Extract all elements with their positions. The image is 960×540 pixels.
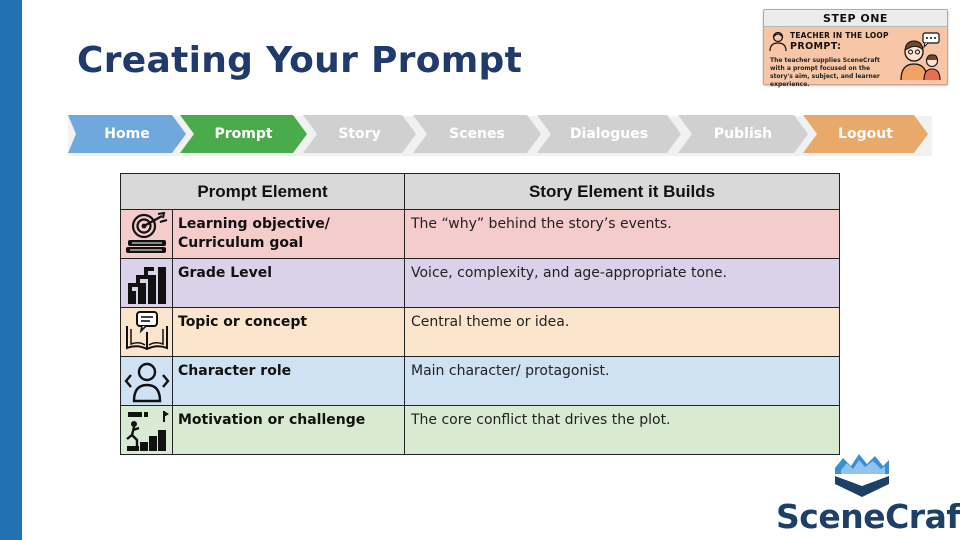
scenecraft-logo-text: SceneCraft bbox=[776, 497, 960, 536]
step-card-description: The teacher supplies SceneCraft with a p… bbox=[770, 57, 880, 88]
nav-publish[interactable]: Publish bbox=[678, 115, 808, 153]
teacher-icon bbox=[769, 31, 787, 51]
progress-nav: Home Prompt Story Scenes Dialogues Publi… bbox=[68, 115, 932, 153]
nav-dialogues[interactable]: Dialogues bbox=[537, 115, 681, 153]
table-cell-element: Learning objective/ Curriculum goal bbox=[172, 209, 405, 259]
table-row: Motivation or challenge The core conflic… bbox=[120, 405, 840, 455]
table-header-row: Prompt Element Story Element it Builds bbox=[120, 173, 840, 210]
nav-prompt[interactable]: Prompt bbox=[180, 115, 307, 153]
table-cell-element: Motivation or challenge bbox=[172, 405, 405, 455]
stairs-bars-icon bbox=[127, 267, 166, 304]
table-row: Grade Level Voice, complexity, and age-a… bbox=[120, 258, 840, 308]
table-cell-builds: The “why” behind the story’s events. bbox=[404, 209, 840, 259]
table-cell-builds: The core conflict that drives the plot. bbox=[404, 405, 840, 455]
table-header-prompt-element: Prompt Element bbox=[120, 173, 405, 210]
nav-story[interactable]: Story bbox=[303, 115, 416, 153]
page-title: Creating Your Prompt bbox=[77, 40, 523, 81]
table-row: Topic or concept Central theme or idea. bbox=[120, 307, 840, 357]
step-card-header: STEP ONE bbox=[764, 10, 947, 27]
table-cell-builds: Main character/ protagonist. bbox=[404, 356, 840, 406]
table-header-story-element: Story Element it Builds bbox=[404, 173, 840, 210]
left-accent-bar bbox=[0, 0, 22, 540]
teacher-student-icon bbox=[900, 32, 941, 81]
nav-home[interactable]: Home bbox=[68, 115, 186, 153]
step-card: STEP ONE TEACHER IN THE LOOP PROMPT: The… bbox=[763, 9, 948, 88]
person-arrows-icon bbox=[123, 362, 170, 403]
table-row: Learning objective/ Curriculum goal The … bbox=[120, 209, 840, 259]
target-books-icon bbox=[125, 212, 167, 253]
table-cell-icon bbox=[120, 405, 173, 455]
table-cell-icon bbox=[120, 356, 173, 406]
step-card-subtitle-2: PROMPT: bbox=[790, 41, 842, 52]
climbing-steps-icon bbox=[125, 411, 169, 451]
book-chat-icon bbox=[125, 311, 168, 351]
table-cell-builds: Central theme or idea. bbox=[404, 307, 840, 357]
table-row: Character role Main character/ protagoni… bbox=[120, 356, 840, 406]
table-cell-element: Topic or concept bbox=[172, 307, 405, 357]
table-cell-icon bbox=[120, 258, 173, 308]
prompt-elements-table: Prompt Element Story Element it Builds L… bbox=[120, 173, 840, 455]
scenecraft-logo-icon bbox=[835, 454, 889, 497]
step-card-subtitle: TEACHER IN THE LOOP bbox=[790, 31, 889, 40]
table-cell-builds: Voice, complexity, and age-appropriate t… bbox=[404, 258, 840, 308]
table-cell-element: Grade Level bbox=[172, 258, 405, 308]
nav-logout[interactable]: Logout bbox=[803, 115, 928, 153]
table-cell-element: Character role bbox=[172, 356, 405, 406]
nav-scenes[interactable]: Scenes bbox=[413, 115, 541, 153]
table-cell-icon bbox=[120, 307, 173, 357]
table-cell-icon bbox=[120, 209, 173, 259]
